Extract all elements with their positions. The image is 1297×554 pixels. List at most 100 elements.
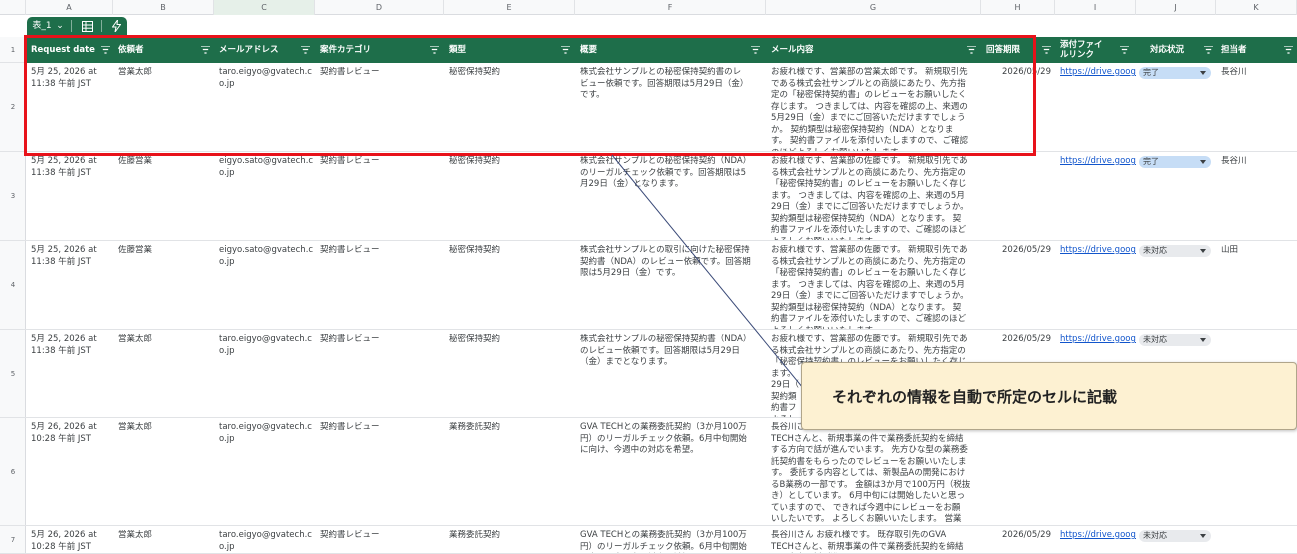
cell-request-date[interactable]: 5月 26, 2026 at 10:28 午前 JST (31, 422, 113, 445)
table-name[interactable]: 表_1 (30, 17, 54, 35)
cell-deadline[interactable]: 2026/05/29 (981, 245, 1051, 257)
cell-mail-content[interactable]: お疲れ様です、営業部の営業太郎です。 新規取引先 である株式会社サンプルとの商談… (771, 67, 981, 151)
header-category[interactable]: 案件カテゴリ (315, 37, 444, 63)
row-number-7[interactable]: 7 (0, 526, 26, 554)
filter-icon[interactable] (301, 46, 310, 54)
column-letter-e[interactable]: E (444, 0, 575, 15)
filter-icon[interactable] (1120, 46, 1129, 54)
filter-icon[interactable] (201, 46, 210, 54)
column-letter-h[interactable]: H (981, 0, 1055, 15)
cell-category[interactable]: 契約書レビュー (320, 422, 444, 434)
filter-icon[interactable] (1284, 46, 1293, 54)
cell-attachment-link[interactable]: https://drive.google (1060, 67, 1136, 79)
row-number-2[interactable]: 2 (0, 63, 26, 152)
header-mail-content[interactable]: メール内容 (766, 37, 981, 63)
cell-category[interactable]: 契約書レビュー (320, 245, 444, 257)
cell-email[interactable]: taro.eigyo@gvatech.c o.jp (219, 334, 315, 357)
cell-deadline[interactable]: 2026/05/29 (981, 67, 1051, 79)
header-request-date[interactable]: Request date (26, 37, 113, 63)
cell-summary[interactable]: GVA TECHとの業務委託契約（3か月100万 円）のリーガルチェック依頼。6… (580, 422, 766, 457)
status-dropdown[interactable]: 未対応 (1139, 530, 1211, 542)
cell-summary[interactable]: GVA TECHとの業務委託契約（3か月100万 円）のリーガルチェック依頼。6… (580, 530, 766, 553)
cell-requester[interactable]: 営業太郎 (118, 530, 214, 542)
filter-icon[interactable] (430, 46, 439, 54)
column-letter-c[interactable]: C (214, 0, 315, 15)
table-grid-icon[interactable] (77, 17, 97, 35)
cell-type[interactable]: 秘密保持契約 (449, 334, 575, 346)
cell-category[interactable]: 契約書レビュー (320, 156, 444, 168)
row-number-5[interactable]: 5 (0, 330, 26, 418)
cell-requester[interactable]: 佐藤営業 (118, 245, 214, 257)
cell-email[interactable]: taro.eigyo@gvatech.c o.jp (219, 67, 315, 90)
cell-type[interactable]: 秘密保持契約 (449, 245, 575, 257)
cell-mail-content[interactable]: 長谷川さ TECHさんと、新規事業の件で業務委託契約を締結 する方向で話が進んで… (771, 422, 981, 525)
cell-attachment-link[interactable]: https://drive.google (1060, 245, 1136, 257)
row-number-4[interactable]: 4 (0, 241, 26, 330)
cell-summary[interactable]: 株式会社サンプルの秘密保持契約書（NDA） のレビュー依頼です。回答期限は5月2… (580, 334, 766, 369)
cell-requester[interactable]: 営業太郎 (118, 67, 214, 79)
cell-attachment-link[interactable]: https://drive.google (1060, 530, 1136, 542)
lightning-bolt-icon[interactable] (107, 17, 125, 35)
cell-attachment-link[interactable]: https://drive.google (1060, 334, 1136, 346)
filter-icon[interactable] (1204, 46, 1213, 54)
cell-assignee[interactable]: 山田 (1221, 245, 1297, 257)
column-letter-i[interactable]: I (1055, 0, 1136, 15)
header-email[interactable]: メールアドレス (214, 37, 315, 63)
cell-assignee[interactable]: 長谷川 (1221, 67, 1297, 79)
cell-type[interactable]: 秘密保持契約 (449, 67, 575, 79)
cell-type[interactable]: 業務委託契約 (449, 530, 575, 542)
cell-type[interactable]: 業務委託契約 (449, 422, 575, 434)
row-number-1[interactable]: 1 (0, 37, 26, 63)
cell-mail-content[interactable]: お疲れ様です、営業部の佐藤です。 新規取引先であ る株式会社サンプルとの商談にあ… (771, 156, 981, 240)
status-dropdown[interactable]: 未対応 (1139, 334, 1211, 346)
header-type[interactable]: 類型 (444, 37, 575, 63)
filter-icon[interactable] (101, 46, 110, 54)
filter-icon[interactable] (751, 46, 760, 54)
status-dropdown[interactable]: 完了 (1139, 156, 1211, 168)
cell-request-date[interactable]: 5月 25, 2026 at 11:38 午前 JST (31, 67, 113, 90)
chevron-down-icon[interactable]: ⌄ (54, 17, 66, 35)
row-number-3[interactable]: 3 (0, 152, 26, 241)
column-letter-a[interactable]: A (26, 0, 113, 15)
cell-requester[interactable]: 営業太郎 (118, 422, 214, 434)
cell-requester[interactable]: 営業太郎 (118, 334, 214, 346)
cell-email[interactable]: taro.eigyo@gvatech.c o.jp (219, 530, 315, 553)
cell-request-date[interactable]: 5月 25, 2026 at 11:38 午前 JST (31, 245, 113, 268)
cell-request-date[interactable]: 5月 26, 2026 at 10:28 午前 JST (31, 530, 113, 553)
cell-category[interactable]: 契約書レビュー (320, 530, 444, 542)
filter-icon[interactable] (561, 46, 570, 54)
select-all-corner[interactable] (0, 0, 26, 15)
cell-assignee[interactable]: 長谷川 (1221, 156, 1297, 168)
cell-mail-content[interactable]: 長谷川さん お疲れ様です。 既存取引先のGVA TECHさんと、新規事業の件で業… (771, 530, 981, 553)
filter-icon[interactable] (967, 46, 976, 54)
cell-deadline[interactable]: 2026/05/29 (981, 530, 1051, 542)
table-name-chip[interactable]: 表_1 ⌄ (27, 17, 127, 35)
column-letter-f[interactable]: F (575, 0, 766, 15)
column-letter-b[interactable]: B (113, 0, 214, 15)
cell-summary[interactable]: 株式会社サンプルとの取引に向けた秘密保持 契約書（NDA）のレビュー依頼です。回… (580, 245, 766, 280)
column-letter-d[interactable]: D (315, 0, 444, 15)
cell-email[interactable]: taro.eigyo@gvatech.c o.jp (219, 422, 315, 445)
cell-summary[interactable]: 株式会社サンプルとの秘密保持契約書のレ ビュー依頼です。回答期限は5月29日（金… (580, 67, 766, 102)
cell-request-date[interactable]: 5月 25, 2026 at 11:38 午前 JST (31, 156, 113, 179)
cell-email[interactable]: eigyo.sato@gvatech.c o.jp (219, 156, 315, 179)
column-letter-k[interactable]: K (1216, 0, 1297, 15)
cell-summary[interactable]: 株式会社サンプルとの秘密保持契約（NDA） のリーガルチェック依頼です。回答期限… (580, 156, 766, 191)
header-requester[interactable]: 依頼者 (113, 37, 214, 63)
cell-email[interactable]: eigyo.sato@gvatech.c o.jp (219, 245, 315, 268)
filter-icon[interactable] (1042, 46, 1051, 54)
row-number-6[interactable]: 6 (0, 418, 26, 526)
header-summary[interactable]: 概要 (575, 37, 766, 63)
cell-mail-content[interactable]: お疲れ様です、営業部の佐藤です。 新規取引先であ る株式会社サンプルとの商談にあ… (771, 245, 981, 329)
cell-attachment-link[interactable]: https://drive.google (1060, 156, 1136, 168)
cell-category[interactable]: 契約書レビュー (320, 334, 444, 346)
column-letter-g[interactable]: G (766, 0, 981, 15)
cell-category[interactable]: 契約書レビュー (320, 67, 444, 79)
status-dropdown[interactable]: 未対応 (1139, 245, 1211, 257)
cell-deadline[interactable]: 2026/05/29 (981, 334, 1051, 346)
column-letter-j[interactable]: J (1136, 0, 1216, 15)
cell-requester[interactable]: 佐藤営業 (118, 156, 214, 168)
cell-request-date[interactable]: 5月 25, 2026 at 11:38 午前 JST (31, 334, 113, 357)
cell-type[interactable]: 秘密保持契約 (449, 156, 575, 168)
status-dropdown[interactable]: 完了 (1139, 67, 1211, 79)
